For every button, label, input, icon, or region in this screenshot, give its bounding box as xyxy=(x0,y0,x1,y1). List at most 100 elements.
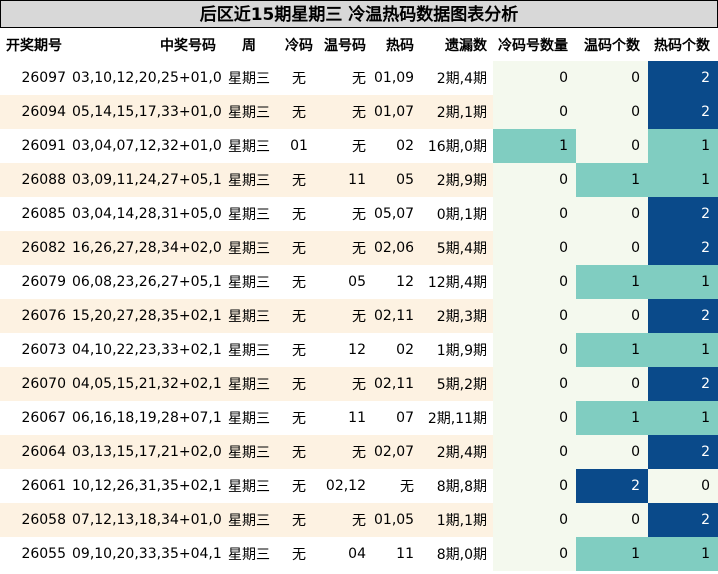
miss-cell: 8期,8期 xyxy=(424,469,493,503)
issue-cell: 26088 xyxy=(0,163,72,197)
issue-cell: 26061 xyxy=(0,469,72,503)
warm-count-cell: 0 xyxy=(576,129,648,163)
table-row: 26073 04,10,22,23,33+02,12 星期三无 12 02 1期,9期 0 1… xyxy=(0,333,718,367)
header-cold-count: 冷码号数量 xyxy=(493,28,576,61)
cold-count-cell: 0 xyxy=(493,231,576,265)
hot-count-cell: 2 xyxy=(648,435,718,469)
cold-count-cell: 0 xyxy=(493,367,576,401)
warm-cell: 无 xyxy=(322,367,374,401)
warm-cell: 无 xyxy=(322,129,374,163)
numbers-cell: 15,20,27,28,35+02,11 xyxy=(72,299,222,333)
numbers-cell: 03,10,12,20,25+01,09 xyxy=(72,61,222,95)
cold-cell: 无 xyxy=(276,469,322,503)
week-cell: 星期三 xyxy=(222,231,276,265)
hot-count-cell: 2 xyxy=(648,95,718,129)
numbers-cell: 10,12,26,31,35+02,12 xyxy=(72,469,222,503)
table-row: 26067 06,16,18,19,28+07,11 星期三无 11 07 2期,11期 0… xyxy=(0,401,718,435)
hot-count-cell: 1 xyxy=(648,265,718,299)
warm-count-cell: 1 xyxy=(576,537,648,571)
hot-count-cell: 2 xyxy=(648,299,718,333)
cold-cell: 无 xyxy=(276,163,322,197)
numbers-cell: 16,26,27,28,34+02,06 xyxy=(72,231,222,265)
warm-cell: 无 xyxy=(322,197,374,231)
hot-cell: 05,07 xyxy=(374,197,424,231)
week-cell: 星期三 xyxy=(222,163,276,197)
table-row: 26070 04,05,15,21,32+02,11 星期三无无 02,11 5期,2期… xyxy=(0,367,718,401)
cold-count-cell: 0 xyxy=(493,163,576,197)
cold-cell: 无 xyxy=(276,401,322,435)
week-cell: 星期三 xyxy=(222,129,276,163)
table-row: 26076 15,20,27,28,35+02,11 星期三无无 02,11 2期,3期… xyxy=(0,299,718,333)
hot-cell: 01,05 xyxy=(374,503,424,537)
miss-cell: 12期,4期 xyxy=(424,265,493,299)
cold-count-cell: 0 xyxy=(493,61,576,95)
warm-cell: 12 xyxy=(322,333,374,367)
warm-count-cell: 0 xyxy=(576,231,648,265)
numbers-cell: 03,04,07,12,32+01,02 xyxy=(72,129,222,163)
hot-count-cell: 1 xyxy=(648,129,718,163)
table-row: 26079 06,08,23,26,27+05,12 星期三无 05 12 12期,4期 0… xyxy=(0,265,718,299)
report: 后区近15期星期三 冷温热码数据图表分析 开奖期号 中奖号码 周 冷码 温号码 … xyxy=(0,0,718,574)
week-cell: 星期三 xyxy=(222,469,276,503)
warm-count-cell: 1 xyxy=(576,333,648,367)
numbers-cell: 04,05,15,21,32+02,11 xyxy=(72,367,222,401)
table-row: 26061 10,12,26,31,35+02,12 星期三无 02,12 无 8期,8期… xyxy=(0,469,718,503)
cold-cell: 无 xyxy=(276,265,322,299)
warm-count-cell: 0 xyxy=(576,503,648,537)
week-cell: 星期三 xyxy=(222,299,276,333)
miss-cell: 1期,1期 xyxy=(424,503,493,537)
header-hot: 热码 xyxy=(374,28,424,61)
numbers-cell: 06,16,18,19,28+07,11 xyxy=(72,401,222,435)
table-row: 26091 03,04,07,12,32+01,02 星期三 01 无 02 16期,0期 1… xyxy=(0,129,718,163)
hot-cell: 01,09 xyxy=(374,61,424,95)
warm-count-cell: 0 xyxy=(576,61,648,95)
hot-count-cell: 1 xyxy=(648,401,718,435)
miss-cell: 5期,4期 xyxy=(424,231,493,265)
issue-cell: 26067 xyxy=(0,401,72,435)
hot-cell: 02,11 xyxy=(374,367,424,401)
issue-cell: 26085 xyxy=(0,197,72,231)
cold-cell: 无 xyxy=(276,503,322,537)
table-row: 26088 03,09,11,24,27+05,11 星期三无 11 05 2期,9期 0 1… xyxy=(0,163,718,197)
hot-count-cell: 1 xyxy=(648,537,718,571)
hot-cell: 02,07 xyxy=(374,435,424,469)
cold-count-cell: 0 xyxy=(493,469,576,503)
week-cell: 星期三 xyxy=(222,333,276,367)
cold-count-cell: 0 xyxy=(493,95,576,129)
hot-cell: 07 xyxy=(374,401,424,435)
week-cell: 星期三 xyxy=(222,503,276,537)
issue-cell: 26073 xyxy=(0,333,72,367)
cold-cell: 无 xyxy=(276,95,322,129)
header-warm-count: 温码个数 xyxy=(576,28,648,61)
warm-count-cell: 0 xyxy=(576,95,648,129)
miss-cell: 0期,1期 xyxy=(424,197,493,231)
hot-cell: 02 xyxy=(374,333,424,367)
week-cell: 星期三 xyxy=(222,95,276,129)
table-row: 26064 03,13,15,17,21+02,07 星期三无无 02,07 2期,4期… xyxy=(0,435,718,469)
numbers-cell: 06,08,23,26,27+05,12 xyxy=(72,265,222,299)
table-row: 26094 05,14,15,17,33+01,07 星期三无无 01,07 2期,1期… xyxy=(0,95,718,129)
cold-cell: 无 xyxy=(276,333,322,367)
warm-cell: 02,12 xyxy=(322,469,374,503)
hot-count-cell: 2 xyxy=(648,197,718,231)
miss-cell: 5期,2期 xyxy=(424,367,493,401)
cold-count-cell: 0 xyxy=(493,435,576,469)
miss-cell: 8期,0期 xyxy=(424,537,493,571)
cold-cell: 01 xyxy=(276,129,322,163)
cold-cell: 无 xyxy=(276,61,322,95)
warm-cell: 11 xyxy=(322,401,374,435)
numbers-cell: 03,13,15,17,21+02,07 xyxy=(72,435,222,469)
issue-cell: 26094 xyxy=(0,95,72,129)
header-miss: 遗漏数 xyxy=(424,28,493,61)
warm-count-cell: 1 xyxy=(576,163,648,197)
cold-count-cell: 0 xyxy=(493,265,576,299)
hot-count-cell: 1 xyxy=(648,333,718,367)
hot-count-cell: 2 xyxy=(648,503,718,537)
warm-count-cell: 1 xyxy=(576,401,648,435)
warm-count-cell: 0 xyxy=(576,367,648,401)
warm-cell: 无 xyxy=(322,435,374,469)
data-table: 开奖期号 中奖号码 周 冷码 温号码 热码 遗漏数 冷码号数量 温码个数 热码个… xyxy=(0,28,718,571)
warm-count-cell: 0 xyxy=(576,299,648,333)
warm-cell: 无 xyxy=(322,61,374,95)
hot-count-cell: 0 xyxy=(648,469,718,503)
